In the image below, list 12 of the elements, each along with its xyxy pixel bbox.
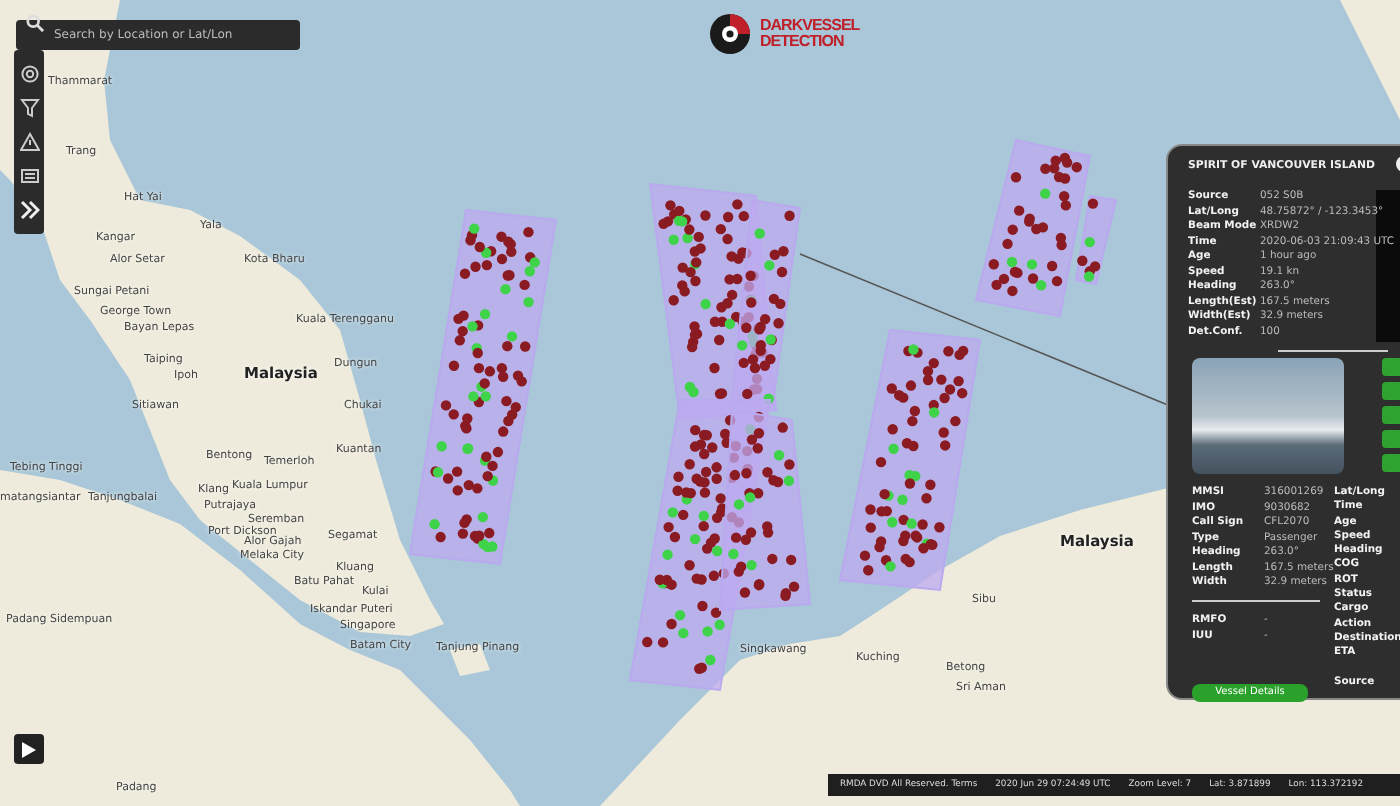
target-icon <box>708 12 752 56</box>
logo-text: DETECTION <box>760 34 846 50</box>
warning-icon[interactable] <box>19 131 39 152</box>
play-button[interactable] <box>14 734 44 764</box>
list-icon[interactable] <box>19 166 39 187</box>
logo-text: DARKVESSEL <box>760 18 860 34</box>
layers-icon[interactable] <box>19 63 39 84</box>
landmass-drawing <box>1340 0 1400 120</box>
play-icon <box>22 741 36 757</box>
expand-icon[interactable] <box>19 200 39 221</box>
search-icon <box>26 14 44 32</box>
filter-icon[interactable] <box>19 97 39 118</box>
